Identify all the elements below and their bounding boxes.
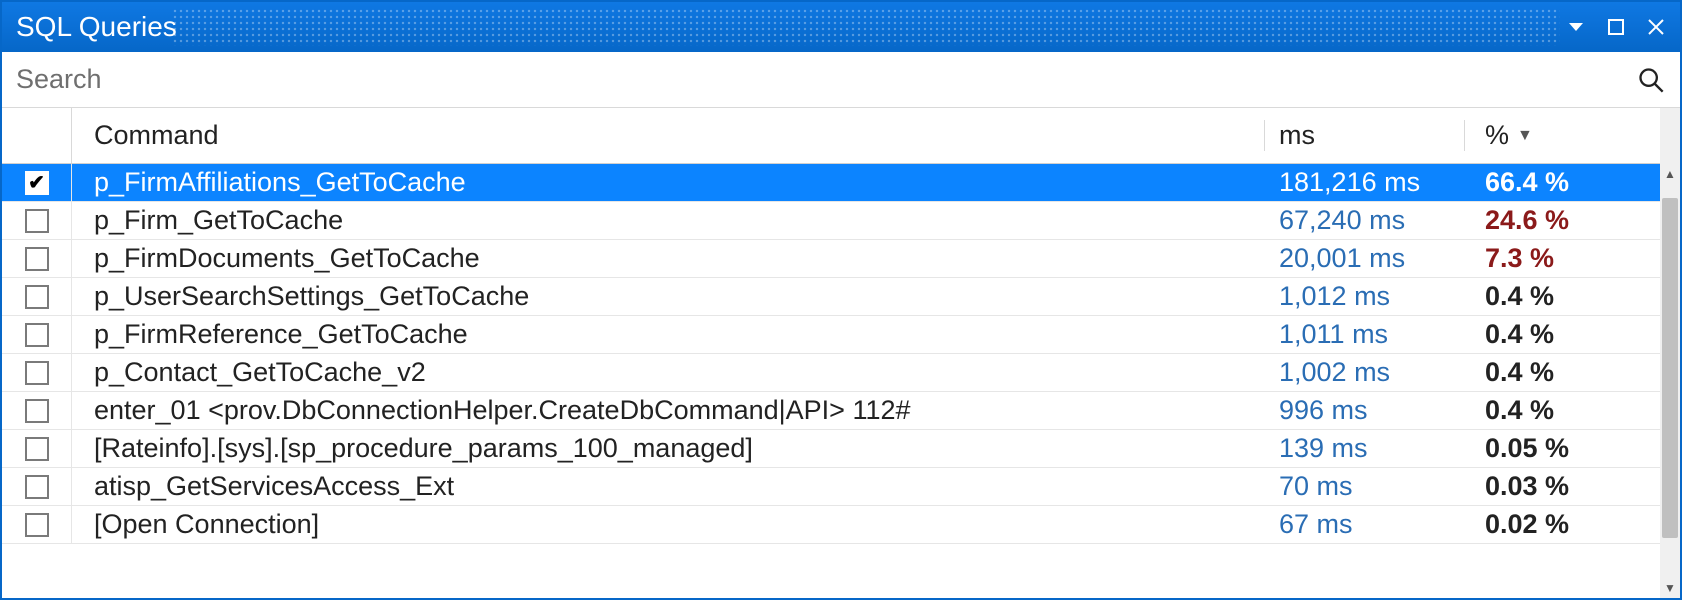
- row-ms: 181,216 ms: [1265, 167, 1465, 198]
- row-pct: 7.3 %: [1465, 243, 1660, 274]
- row-check-cell: [2, 316, 72, 353]
- title-bar[interactable]: SQL Queries: [2, 2, 1680, 52]
- row-ms: 1,002 ms: [1265, 357, 1465, 388]
- row-command: enter_01 <prov.DbConnectionHelper.Create…: [72, 395, 1265, 426]
- row-ms: 67 ms: [1265, 509, 1465, 540]
- row-check-cell: [2, 392, 72, 429]
- search-input[interactable]: [16, 64, 1626, 95]
- row-command: p_Firm_GetToCache: [72, 205, 1265, 236]
- row-checkbox[interactable]: [25, 323, 49, 347]
- row-ms: 1,011 ms: [1265, 319, 1465, 350]
- row-ms: 70 ms: [1265, 471, 1465, 502]
- table-row[interactable]: p_Firm_GetToCache67,240 ms24.6 %: [2, 202, 1660, 240]
- search-bar: [2, 52, 1680, 108]
- row-checkbox[interactable]: [25, 399, 49, 423]
- panel-title: SQL Queries: [16, 11, 177, 43]
- row-check-cell: [2, 354, 72, 391]
- row-checkbox[interactable]: [25, 475, 49, 499]
- row-command: p_FirmAffiliations_GetToCache: [72, 167, 1265, 198]
- row-command: p_UserSearchSettings_GetToCache: [72, 281, 1265, 312]
- table-row[interactable]: [Open Connection]67 ms0.02 %: [2, 506, 1660, 544]
- row-pct: 0.05 %: [1465, 433, 1660, 464]
- table-row[interactable]: p_UserSearchSettings_GetToCache1,012 ms0…: [2, 278, 1660, 316]
- sort-desc-icon: ▼: [1517, 127, 1533, 145]
- header-check: [2, 108, 72, 163]
- title-bar-grip[interactable]: [172, 8, 1560, 46]
- row-ms: 67,240 ms: [1265, 205, 1465, 236]
- row-check-cell: [2, 278, 72, 315]
- header-pct-label: %: [1485, 120, 1509, 151]
- table-header: Command ms % ▼: [2, 108, 1660, 164]
- vertical-scrollbar[interactable]: ▲ ▼: [1660, 108, 1680, 598]
- table-area: Command ms % ▼ ✔ p_FirmAffiliations_GetTo…: [2, 108, 1680, 598]
- row-checkbox[interactable]: ✔: [25, 171, 49, 195]
- search-icon[interactable]: [1626, 66, 1676, 94]
- row-command: p_FirmDocuments_GetToCache: [72, 243, 1265, 274]
- table-row[interactable]: p_FirmDocuments_GetToCache20,001 ms7.3 %: [2, 240, 1660, 278]
- row-checkbox[interactable]: [25, 437, 49, 461]
- row-check-cell: [2, 430, 72, 467]
- row-ms: 1,012 ms: [1265, 281, 1465, 312]
- row-check-cell: ✔: [2, 164, 72, 201]
- header-pct[interactable]: % ▼: [1465, 120, 1660, 151]
- table-row[interactable]: enter_01 <prov.DbConnectionHelper.Create…: [2, 392, 1660, 430]
- row-pct: 0.03 %: [1465, 471, 1660, 502]
- scroll-thumb[interactable]: [1662, 198, 1678, 538]
- row-checkbox[interactable]: [25, 361, 49, 385]
- row-ms: 20,001 ms: [1265, 243, 1465, 274]
- row-ms: 139 ms: [1265, 433, 1465, 464]
- row-pct: 0.4 %: [1465, 395, 1660, 426]
- row-checkbox[interactable]: [25, 209, 49, 233]
- scroll-down-icon[interactable]: ▼: [1660, 578, 1680, 598]
- table-row[interactable]: atisp_GetServicesAccess_Ext70 ms0.03 %: [2, 468, 1660, 506]
- row-pct: 0.4 %: [1465, 319, 1660, 350]
- scroll-up-icon[interactable]: ▲: [1660, 164, 1680, 184]
- row-checkbox[interactable]: [25, 247, 49, 271]
- table-row[interactable]: [Rateinfo].[sys].[sp_procedure_params_10…: [2, 430, 1660, 468]
- maximize-icon[interactable]: [1604, 15, 1628, 39]
- row-pct: 66.4 %: [1465, 167, 1660, 198]
- table-row[interactable]: p_Contact_GetToCache_v21,002 ms0.4 %: [2, 354, 1660, 392]
- row-command: atisp_GetServicesAccess_Ext: [72, 471, 1265, 502]
- row-check-cell: [2, 202, 72, 239]
- row-check-cell: [2, 240, 72, 277]
- checkmark-icon: ✔: [28, 173, 45, 193]
- row-pct: 0.4 %: [1465, 357, 1660, 388]
- row-checkbox[interactable]: [25, 285, 49, 309]
- close-icon[interactable]: [1644, 15, 1668, 39]
- row-check-cell: [2, 468, 72, 505]
- row-check-cell: [2, 506, 72, 543]
- header-command[interactable]: Command: [72, 120, 1265, 151]
- row-pct: 24.6 %: [1465, 205, 1660, 236]
- row-command: p_Contact_GetToCache_v2: [72, 357, 1265, 388]
- row-command: p_FirmReference_GetToCache: [72, 319, 1265, 350]
- row-ms: 996 ms: [1265, 395, 1465, 426]
- window-controls: [1564, 15, 1668, 39]
- row-command: [Open Connection]: [72, 509, 1265, 540]
- row-pct: 0.02 %: [1465, 509, 1660, 540]
- sql-queries-panel: SQL Queries Command: [0, 0, 1682, 600]
- minimize-icon[interactable]: [1564, 15, 1588, 39]
- row-checkbox[interactable]: [25, 513, 49, 537]
- table-row[interactable]: p_FirmReference_GetToCache1,011 ms0.4 %: [2, 316, 1660, 354]
- row-pct: 0.4 %: [1465, 281, 1660, 312]
- row-command: [Rateinfo].[sys].[sp_procedure_params_10…: [72, 433, 1265, 464]
- table-row[interactable]: ✔ p_FirmAffiliations_GetToCache181,216 ms…: [2, 164, 1660, 202]
- queries-table: Command ms % ▼ ✔ p_FirmAffiliations_GetTo…: [2, 108, 1660, 598]
- header-ms[interactable]: ms: [1265, 120, 1465, 151]
